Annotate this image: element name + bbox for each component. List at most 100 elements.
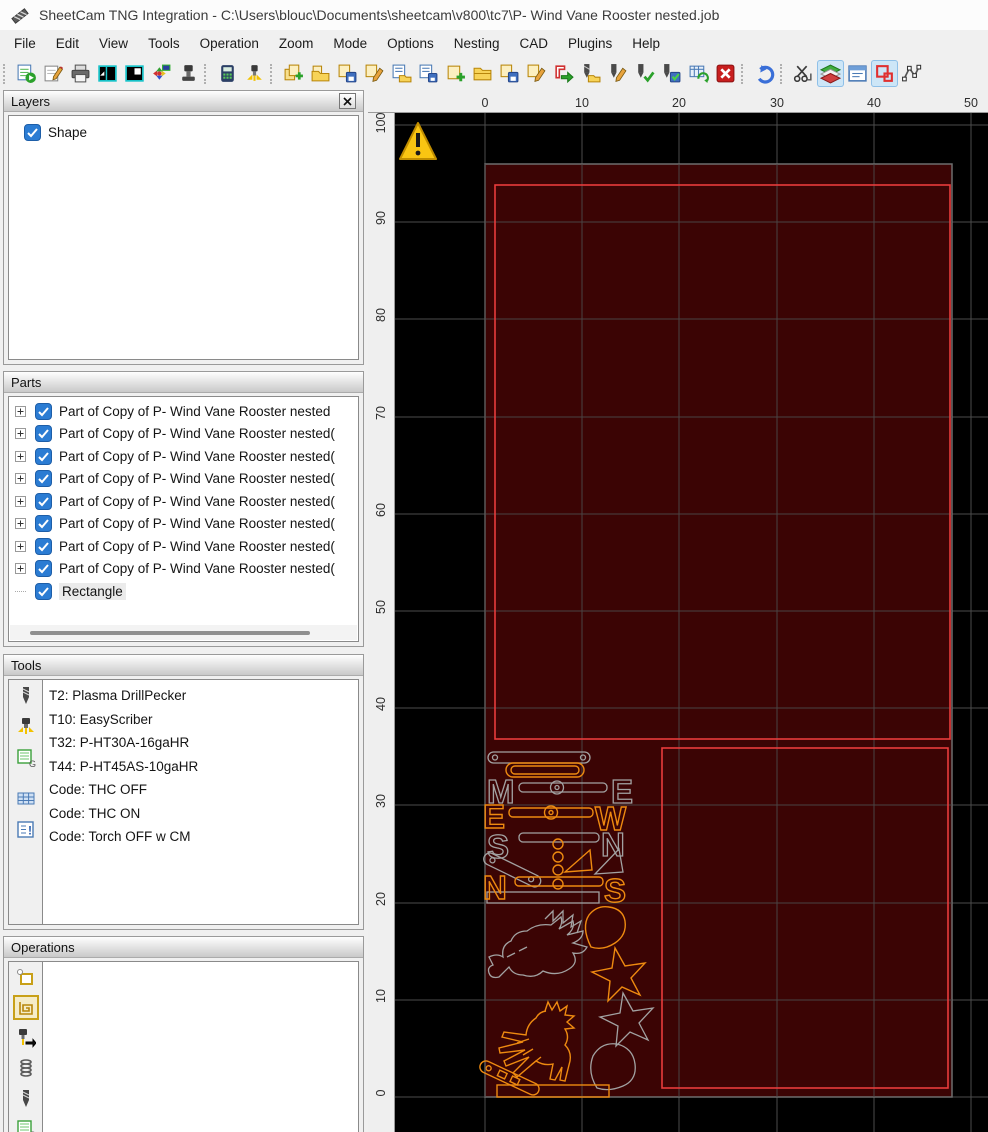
tool-table-button[interactable]: [15, 788, 37, 810]
menu-edit[interactable]: Edit: [46, 32, 89, 55]
part-tree-row[interactable]: Part of Copy of P- Wind Vane Rooster nes…: [9, 445, 358, 468]
menu-mode[interactable]: Mode: [323, 32, 377, 55]
tool-notes-button[interactable]: !: [15, 819, 37, 841]
part-edit-2-button[interactable]: [523, 60, 550, 87]
tool-item[interactable]: Code: Torch OFF w CM: [49, 825, 358, 849]
part-edit-button[interactable]: [361, 60, 388, 87]
menu-tools[interactable]: Tools: [138, 32, 190, 55]
tools-panel-header[interactable]: Tools: [4, 655, 363, 676]
view-split-button[interactable]: [94, 60, 121, 87]
menu-plugins[interactable]: Plugins: [558, 32, 622, 55]
job-options-button[interactable]: [40, 60, 67, 87]
drawing-canvas[interactable]: M E S N E W N S: [395, 113, 988, 1132]
run-post-button[interactable]: [175, 60, 202, 87]
part-tree-row[interactable]: Part of Copy of P- Wind Vane Rooster nes…: [9, 513, 358, 536]
show-contours-button[interactable]: [871, 60, 898, 87]
gcode-op-button[interactable]: G: [15, 1119, 37, 1132]
view-part-button[interactable]: [121, 60, 148, 87]
tool-item[interactable]: T10: EasyScriber: [49, 708, 358, 732]
parts-hscroll-thumb[interactable]: [30, 631, 310, 635]
part-new-button[interactable]: [280, 60, 307, 87]
checkbox-checked-icon[interactable]: [35, 515, 52, 533]
drill-op-button[interactable]: [15, 1089, 37, 1110]
menu-help[interactable]: Help: [622, 32, 670, 55]
tools-open-button[interactable]: [577, 60, 604, 87]
checkbox-checked-icon[interactable]: [35, 470, 52, 488]
tool-edit-button[interactable]: [604, 60, 631, 87]
cut-op-button[interactable]: [15, 1027, 37, 1048]
layers-close-button[interactable]: [339, 93, 356, 109]
part-tree-row[interactable]: Part of Copy of P- Wind Vane Rooster nes…: [9, 400, 358, 423]
drill-tool-button[interactable]: [15, 685, 37, 707]
checkbox-checked-icon[interactable]: [35, 537, 52, 555]
tool-item[interactable]: T2: Plasma DrillPecker: [49, 684, 358, 708]
undo-button[interactable]: [751, 60, 778, 87]
expand-plus-icon[interactable]: [15, 405, 26, 417]
parts-save-all-button[interactable]: [415, 60, 442, 87]
part-import-button[interactable]: [550, 60, 577, 87]
part-open-button[interactable]: [307, 60, 334, 87]
pocket-op-button[interactable]: [12, 995, 39, 1021]
tool-item[interactable]: T44: P-HT45AS-10gaHR: [49, 755, 358, 779]
part-save-button[interactable]: [334, 60, 361, 87]
tool-item[interactable]: Code: THC ON: [49, 802, 358, 826]
layer-row-shape[interactable]: Shape: [15, 120, 358, 144]
part-tree-row[interactable]: Part of Copy of P- Wind Vane Rooster nes…: [9, 558, 358, 581]
tool-apply-button[interactable]: [631, 60, 658, 87]
output-window-button[interactable]: [844, 60, 871, 87]
menu-operation[interactable]: Operation: [190, 32, 269, 55]
toolbar-grip[interactable]: [270, 63, 276, 84]
part-save-2-button[interactable]: [496, 60, 523, 87]
menu-zoom[interactable]: Zoom: [269, 32, 324, 55]
operations-panel-header[interactable]: Operations: [4, 937, 363, 958]
table-refresh-button[interactable]: [685, 60, 712, 87]
part-tree-row[interactable]: Part of Copy of P- Wind Vane Rooster nes…: [9, 490, 358, 513]
part-tree-row-rectangle[interactable]: Rectangle: [9, 580, 358, 603]
tool-save-button[interactable]: [658, 60, 685, 87]
gcode-tool-button[interactable]: G: [15, 747, 37, 769]
menu-nesting[interactable]: Nesting: [444, 32, 510, 55]
part-tree-row[interactable]: Part of Copy of P- Wind Vane Rooster nes…: [9, 423, 358, 446]
peck-op-button[interactable]: [15, 1058, 37, 1080]
checkbox-checked-icon[interactable]: [24, 123, 41, 141]
expand-plus-icon[interactable]: [15, 495, 26, 507]
checkbox-checked-icon[interactable]: [35, 425, 52, 443]
calculator-button[interactable]: [214, 60, 241, 87]
checkbox-checked-icon[interactable]: [35, 582, 52, 600]
expand-plus-icon[interactable]: [15, 540, 26, 552]
parts-panel-header[interactable]: Parts: [4, 372, 363, 393]
toolbar-grip[interactable]: [741, 63, 747, 84]
menu-view[interactable]: View: [89, 32, 138, 55]
expand-plus-icon[interactable]: [15, 518, 26, 530]
show-layers-button[interactable]: [817, 60, 844, 87]
expand-plus-icon[interactable]: [15, 428, 26, 440]
simulate-torch-button[interactable]: [241, 60, 268, 87]
outside-offset-op-button[interactable]: [15, 967, 37, 988]
menu-file[interactable]: File: [4, 32, 46, 55]
new-job-button[interactable]: [13, 60, 40, 87]
toolbar-grip[interactable]: [204, 63, 210, 84]
checkbox-checked-icon[interactable]: [35, 447, 52, 465]
tool-item[interactable]: Code: THC OFF: [49, 778, 358, 802]
tool-item[interactable]: T32: P-HT30A-16gaHR: [49, 731, 358, 755]
menu-cad[interactable]: CAD: [509, 32, 558, 55]
layers-panel-header[interactable]: Layers: [4, 91, 363, 112]
print-button[interactable]: [67, 60, 94, 87]
show-path-nodes-button[interactable]: [898, 60, 925, 87]
parts-hscrollbar[interactable]: [10, 625, 357, 640]
expand-plus-icon[interactable]: [15, 450, 26, 462]
parts-open-all-button[interactable]: [388, 60, 415, 87]
expand-plus-icon[interactable]: [15, 563, 26, 575]
toolbar-grip[interactable]: [3, 63, 9, 84]
plasma-tool-button[interactable]: [15, 716, 37, 738]
expand-plus-icon[interactable]: [15, 473, 26, 485]
menu-options[interactable]: Options: [377, 32, 444, 55]
checkbox-checked-icon[interactable]: [35, 492, 52, 510]
checkbox-checked-icon[interactable]: [35, 402, 52, 420]
part-add-button[interactable]: [442, 60, 469, 87]
delete-button[interactable]: [712, 60, 739, 87]
part-tree-row[interactable]: Part of Copy of P- Wind Vane Rooster nes…: [9, 535, 358, 558]
part-open-2-button[interactable]: [469, 60, 496, 87]
toolbar-grip[interactable]: [780, 63, 786, 84]
nest-parts-button[interactable]: [148, 60, 175, 87]
